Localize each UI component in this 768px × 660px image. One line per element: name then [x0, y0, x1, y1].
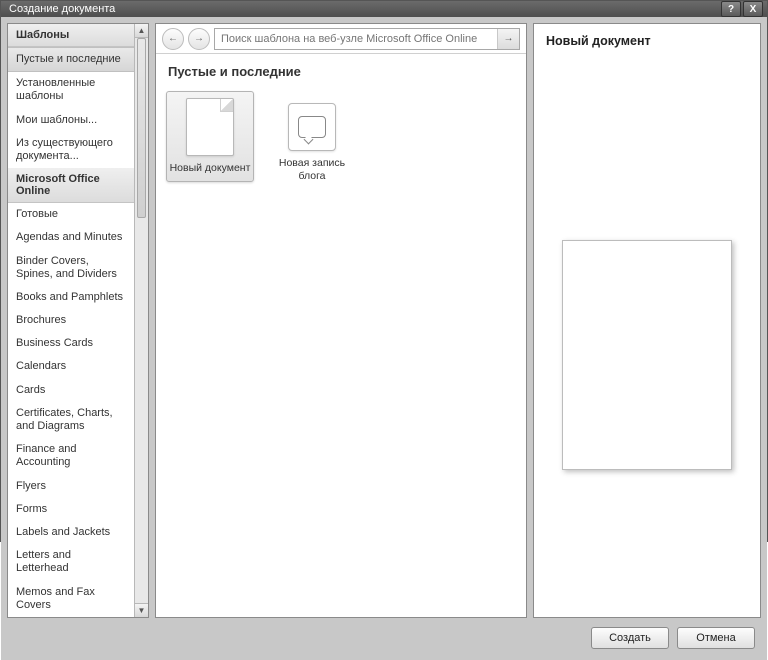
- sidebar-item[interactable]: Мои шаблоны...: [8, 109, 134, 132]
- sidebar-item[interactable]: Пустые и последние: [8, 47, 134, 72]
- preview-canvas: [546, 54, 748, 607]
- blog-icon: [288, 103, 336, 151]
- go-icon: →: [504, 33, 514, 44]
- sidebar-item[interactable]: Business Cards: [8, 332, 134, 355]
- sidebar-item[interactable]: Labels and Jackets: [8, 521, 134, 544]
- scrollbar[interactable]: ▲ ▼: [134, 24, 148, 617]
- document-icon: [186, 98, 234, 156]
- template-label: Новая запись блога: [271, 157, 353, 182]
- dialog-body: ШаблоныПустые и последниеУстановленные ш…: [1, 17, 767, 660]
- forward-button[interactable]: →: [188, 28, 210, 50]
- sidebar-item[interactable]: Certificates, Charts, and Diagrams: [8, 402, 134, 438]
- help-button[interactable]: ?: [721, 1, 741, 17]
- sidebar-item[interactable]: Готовые: [8, 203, 134, 226]
- template-grid: Новый документ Новая запись блога: [156, 87, 526, 617]
- section-title: Пустые и последние: [156, 54, 526, 87]
- main-row: ШаблоныПустые и последниеУстановленные ш…: [7, 23, 761, 618]
- sidebar-item[interactable]: Agendas and Minutes: [8, 226, 134, 249]
- search-field: →: [214, 28, 520, 50]
- sidebar-item[interactable]: Cards: [8, 379, 134, 402]
- scroll-down-button[interactable]: ▼: [135, 603, 148, 617]
- dialog-title: Создание документа: [9, 3, 719, 15]
- sidebar-item[interactable]: Calendars: [8, 355, 134, 378]
- sidebar-item[interactable]: Memos and Fax Covers: [8, 581, 134, 617]
- search-go-button[interactable]: →: [497, 29, 519, 49]
- back-button[interactable]: ←: [162, 28, 184, 50]
- speech-bubble-icon: [298, 116, 326, 138]
- sidebar-item[interactable]: Finance and Accounting: [8, 438, 134, 474]
- footer: Создать Отмена: [7, 622, 761, 654]
- category-header-online: Microsoft Office Online: [8, 168, 134, 203]
- center-panel: ← → → Пустые и последние Новый документН…: [155, 23, 527, 618]
- sidebar-item[interactable]: Letters and Letterhead: [8, 544, 134, 580]
- sidebar-item[interactable]: Binder Covers, Spines, and Dividers: [8, 250, 134, 286]
- close-icon: X: [750, 4, 757, 15]
- close-button[interactable]: X: [743, 1, 763, 17]
- new-document-dialog: Создание документа ? X ШаблоныПустые и п…: [0, 0, 768, 542]
- template-item[interactable]: Новый документ: [166, 91, 254, 182]
- preview-panel: Новый документ: [533, 23, 761, 618]
- sidebar-item[interactable]: Forms: [8, 498, 134, 521]
- titlebar: Создание документа ? X: [1, 1, 767, 17]
- sidebar-item[interactable]: Books and Pamphlets: [8, 286, 134, 309]
- template-item[interactable]: Новая запись блога: [268, 91, 356, 189]
- sidebar: ШаблоныПустые и последниеУстановленные ш…: [7, 23, 149, 618]
- sidebar-item[interactable]: Из существующего документа...: [8, 132, 134, 168]
- arrow-right-icon: →: [194, 33, 204, 44]
- cancel-button[interactable]: Отмена: [677, 627, 755, 649]
- preview-page: [562, 240, 732, 470]
- search-input[interactable]: [215, 29, 497, 49]
- sidebar-item[interactable]: Flyers: [8, 475, 134, 498]
- toolbar: ← → →: [156, 24, 526, 54]
- preview-title: Новый документ: [546, 34, 748, 48]
- scroll-up-button[interactable]: ▲: [135, 24, 148, 38]
- sidebar-item[interactable]: Установленные шаблоны: [8, 72, 134, 108]
- template-label: Новый документ: [170, 162, 251, 175]
- arrow-left-icon: ←: [168, 33, 178, 44]
- category-header-templates: Шаблоны: [8, 24, 134, 47]
- scroll-thumb[interactable]: [137, 38, 146, 218]
- category-list[interactable]: ШаблоныПустые и последниеУстановленные ш…: [8, 24, 134, 617]
- sidebar-item[interactable]: Brochures: [8, 309, 134, 332]
- create-button[interactable]: Создать: [591, 627, 669, 649]
- help-icon: ?: [728, 4, 734, 15]
